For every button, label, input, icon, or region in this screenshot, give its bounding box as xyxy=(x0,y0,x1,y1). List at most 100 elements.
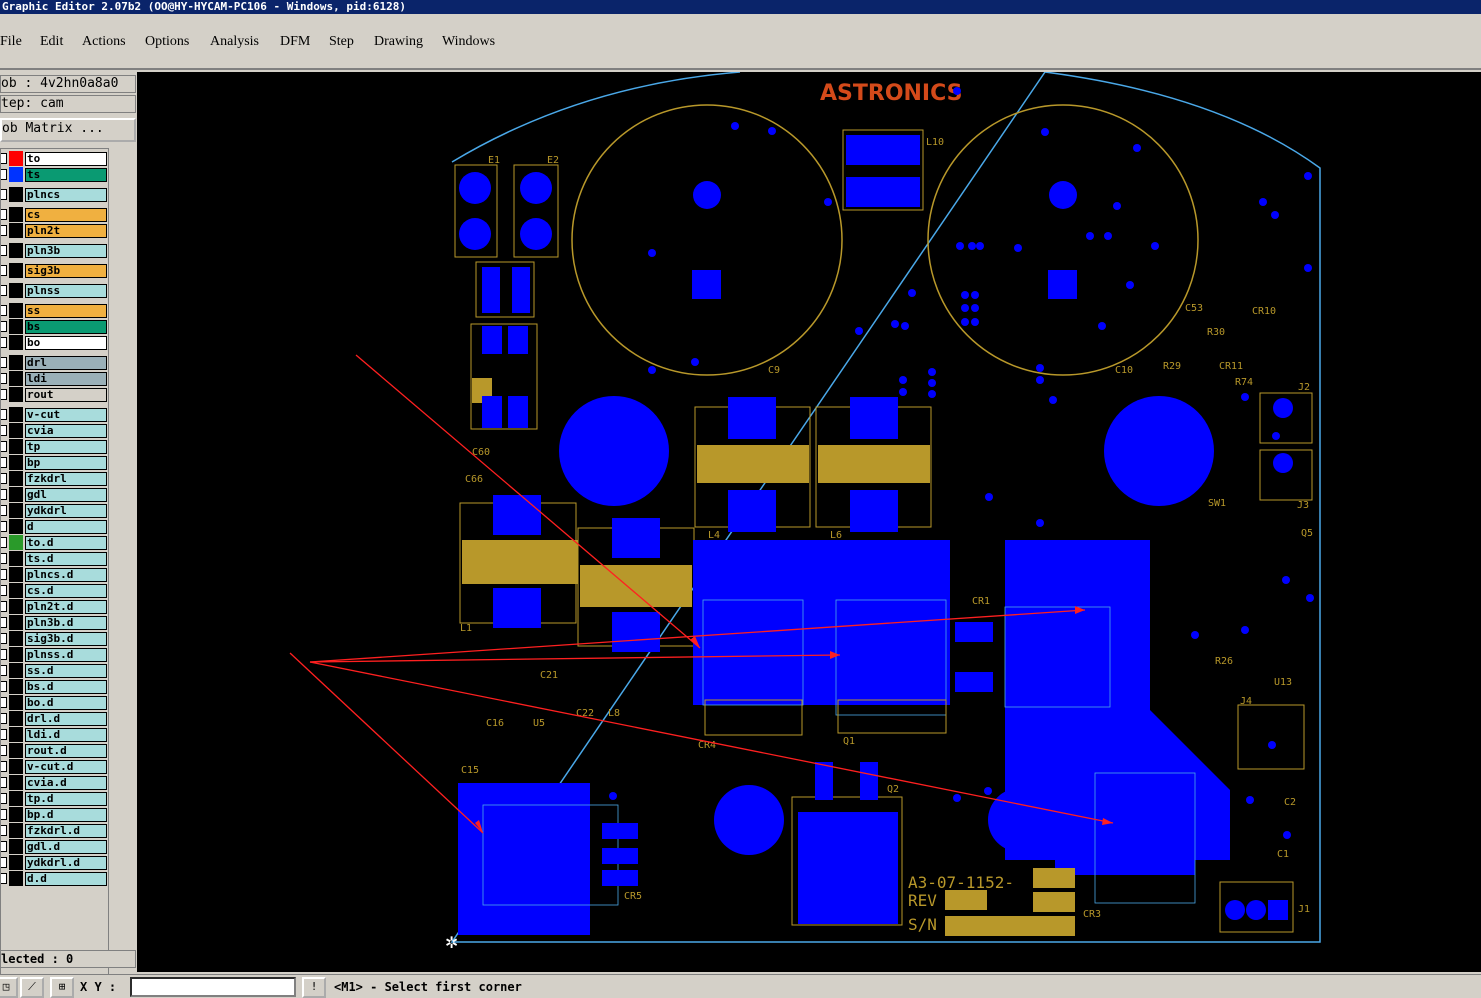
layer-label[interactable]: pln3b.d xyxy=(25,616,107,630)
layer-row[interactable]: ✍tp.d xyxy=(1,791,109,806)
layer-checkbox[interactable] xyxy=(1,409,7,420)
tool-grid-icon[interactable]: ⊞ xyxy=(50,977,74,998)
alert-icon[interactable]: ! xyxy=(302,977,326,998)
layer-color-swatch[interactable] xyxy=(9,855,23,870)
layer-label[interactable]: bs xyxy=(25,320,107,334)
layer-checkbox[interactable] xyxy=(1,457,7,468)
layer-color-swatch[interactable] xyxy=(9,567,23,582)
layer-checkbox[interactable] xyxy=(1,665,7,676)
layer-label[interactable]: fzkdrl xyxy=(25,472,107,486)
layer-label[interactable]: gdl.d xyxy=(25,840,107,854)
layer-label[interactable]: bs.d xyxy=(25,680,107,694)
layer-color-swatch[interactable] xyxy=(9,871,23,886)
layer-row[interactable]: ✍ts.d xyxy=(1,551,109,566)
layer-color-swatch[interactable] xyxy=(9,387,23,402)
layer-checkbox[interactable] xyxy=(1,617,7,628)
layer-label[interactable]: ydkdrl.d xyxy=(25,856,107,870)
pcb-drawing[interactable]: A3-07-1152- REV S/W S/N ASTRONICS E1 E2L… xyxy=(137,72,1481,972)
layer-color-swatch[interactable] xyxy=(9,283,23,298)
layer-checkbox[interactable] xyxy=(1,489,7,500)
layer-label[interactable]: bo.d xyxy=(25,696,107,710)
layer-checkbox[interactable] xyxy=(1,697,7,708)
layer-row[interactable]: plnss xyxy=(1,283,109,298)
layer-row[interactable]: ldi.d xyxy=(1,727,109,742)
layer-color-swatch[interactable] xyxy=(9,583,23,598)
job-matrix-button[interactable]: ob Matrix ... xyxy=(0,118,136,142)
layer-label[interactable]: pln2t xyxy=(25,224,107,238)
layer-label[interactable]: plnss xyxy=(25,284,107,298)
layer-checkbox[interactable] xyxy=(1,713,7,724)
layer-checkbox[interactable] xyxy=(1,633,7,644)
layer-color-swatch[interactable] xyxy=(9,487,23,502)
layer-row[interactable]: plnss.d xyxy=(1,647,109,662)
layer-label[interactable]: plnss.d xyxy=(25,648,107,662)
layer-checkbox[interactable] xyxy=(1,473,7,484)
layer-checkbox[interactable] xyxy=(1,153,7,164)
menu-step[interactable]: Step xyxy=(329,34,354,50)
layer-checkbox[interactable] xyxy=(1,793,7,804)
layer-color-swatch[interactable] xyxy=(9,519,23,534)
layer-checkbox[interactable] xyxy=(1,569,7,580)
menu-windows[interactable]: Windows xyxy=(442,34,495,50)
layer-checkbox[interactable] xyxy=(1,209,7,220)
layer-checkbox[interactable] xyxy=(1,649,7,660)
layer-row[interactable]: ✍sig3b xyxy=(1,263,109,278)
layer-checkbox[interactable] xyxy=(1,777,7,788)
layer-label[interactable]: sig3b xyxy=(25,264,107,278)
layer-color-swatch[interactable] xyxy=(9,839,23,854)
layer-checkbox[interactable] xyxy=(1,505,7,516)
layer-label[interactable]: d.d xyxy=(25,872,107,886)
layer-label[interactable]: ts xyxy=(25,168,107,182)
layer-label[interactable]: cs.d xyxy=(25,584,107,598)
layer-color-swatch[interactable] xyxy=(9,551,23,566)
layer-label[interactable]: ldi xyxy=(25,372,107,386)
layer-color-swatch[interactable] xyxy=(9,423,23,438)
layer-color-swatch[interactable] xyxy=(9,807,23,822)
layer-label[interactable]: bp xyxy=(25,456,107,470)
layer-checkbox[interactable] xyxy=(1,225,7,236)
layer-checkbox[interactable] xyxy=(1,265,7,276)
layer-checkbox[interactable] xyxy=(1,857,7,868)
layer-label[interactable]: to.d xyxy=(25,536,107,550)
layer-color-swatch[interactable] xyxy=(9,335,23,350)
layer-label[interactable]: tp.d xyxy=(25,792,107,806)
layer-color-swatch[interactable] xyxy=(9,455,23,470)
layer-color-swatch[interactable] xyxy=(9,663,23,678)
layer-color-swatch[interactable] xyxy=(9,535,23,550)
layer-label[interactable]: d xyxy=(25,520,107,534)
layer-row[interactable]: ✍pln2t.d xyxy=(1,599,109,614)
layer-label[interactable]: ldi.d xyxy=(25,728,107,742)
layer-color-swatch[interactable] xyxy=(9,711,23,726)
xy-input[interactable] xyxy=(130,977,296,997)
layer-row[interactable]: ✍ss xyxy=(1,303,109,318)
layer-label[interactable]: drl xyxy=(25,356,107,370)
layer-color-swatch[interactable] xyxy=(9,775,23,790)
layer-row[interactable]: ✍tp xyxy=(1,439,109,454)
layer-label[interactable]: cvia.d xyxy=(25,776,107,790)
layer-row[interactable]: drl.d xyxy=(1,711,109,726)
layer-checkbox[interactable] xyxy=(1,285,7,296)
layer-checkbox[interactable] xyxy=(1,337,7,348)
layer-checkbox[interactable] xyxy=(1,681,7,692)
layer-row[interactable]: ✍fzkdrl.d xyxy=(1,823,109,838)
menu-edit[interactable]: Edit xyxy=(40,34,63,50)
layer-row[interactable]: ✍cs.d xyxy=(1,583,109,598)
layer-color-swatch[interactable] xyxy=(9,727,23,742)
layer-label[interactable]: gdl xyxy=(25,488,107,502)
layer-checkbox[interactable] xyxy=(1,189,7,200)
layer-label[interactable]: tp xyxy=(25,440,107,454)
layer-color-swatch[interactable] xyxy=(9,759,23,774)
layer-checkbox[interactable] xyxy=(1,373,7,384)
layer-label[interactable]: ts.d xyxy=(25,552,107,566)
layer-checkbox[interactable] xyxy=(1,825,7,836)
layer-row[interactable]: ✍gdl.d xyxy=(1,839,109,854)
layer-row[interactable]: rout.d xyxy=(1,743,109,758)
layer-row[interactable]: d.d xyxy=(1,871,109,886)
layer-label[interactable]: v-cut.d xyxy=(25,760,107,774)
layer-color-swatch[interactable] xyxy=(9,319,23,334)
layer-label[interactable]: plncs xyxy=(25,188,107,202)
layer-label[interactable]: plncs.d xyxy=(25,568,107,582)
layer-checkbox[interactable] xyxy=(1,305,7,316)
layer-color-swatch[interactable] xyxy=(9,151,23,166)
layer-row[interactable]: rout xyxy=(1,387,109,402)
